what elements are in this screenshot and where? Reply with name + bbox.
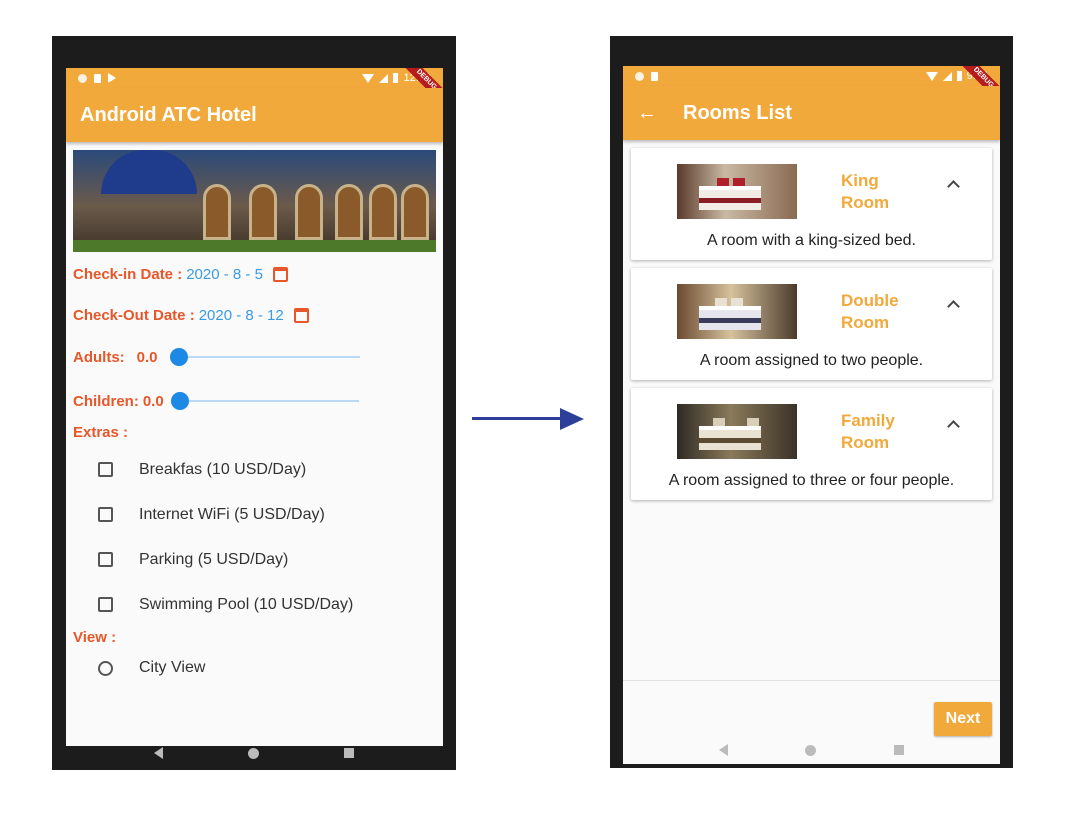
check-out-field[interactable]: Check-Out Date : 2020 - 8 - 12 [66,307,443,324]
nav-recent-icon[interactable] [894,745,905,755]
battery-icon [956,71,962,81]
signal-icon [379,73,389,83]
hotel-form-phone: 12:39 DEBUG Android ATC Hotel Check-in D… [52,36,456,770]
room-description: A room assigned to two people. [699,352,924,369]
comparison-figure: 12:39 DEBUG Android ATC Hotel Check-in D… [0,0,1080,818]
room-name-line1: Family [841,411,895,430]
room-name-line2: Room [841,313,890,332]
notification-icon [635,71,644,81]
app-bar: Android ATC Hotel [66,88,443,142]
adults-slider[interactable] [169,348,360,366]
room-description: A room with a king-sized bed. [707,232,916,249]
status-bar: 12:39 DEBUG [66,68,443,109]
calendar-icon[interactable] [293,308,309,323]
adults-row: Adults: 0.0 [66,348,443,366]
chevron-up-icon[interactable] [947,300,960,313]
nav-home-icon[interactable] [805,744,817,756]
room-name-line1: Double [841,291,899,310]
next-button[interactable]: Next [934,702,992,736]
wifi-icon [362,73,375,83]
rooms-list: King Room A room with a king-sized bed. [623,148,1000,500]
transition-arrow [472,408,584,430]
check-out-label: Check-Out Date : [73,307,195,324]
rooms-list-phone: 9:34 DEBUG ← Rooms List [610,36,1013,768]
extra-label: Breakfas (10 USD/Day) [139,460,307,478]
children-row: Children: 0.0 [66,392,443,410]
check-in-field[interactable]: Check-in Date : 2020 - 8 - 5 [66,266,443,283]
room-card-king[interactable]: King Room A room with a king-sized bed. [631,148,992,260]
signal-icon [942,71,952,81]
radio-icon[interactable] [98,660,113,676]
adults-label: Adults: [73,348,125,366]
children-slider[interactable] [170,392,359,410]
check-out-value[interactable]: 2020 - 8 - 12 [199,307,284,324]
rooms-list-screen: 9:34 DEBUG ← Rooms List [623,66,1000,764]
room-name-line2: Room [841,193,890,212]
sd-card-icon [94,73,101,83]
wifi-icon [925,71,938,81]
app-title: Android ATC Hotel [80,103,257,126]
check-in-label: Check-in Date : [73,266,183,283]
nav-back-icon[interactable] [154,747,164,759]
children-slider-thumb[interactable] [170,392,189,410]
room-card-double[interactable]: Double Room A room assigned to two peopl… [631,268,992,380]
app-bar: ← Rooms List [623,86,1000,140]
checkbox-icon[interactable] [98,552,113,567]
play-icon [108,73,116,83]
children-value: 0.0 [142,392,164,410]
view-option-label: City View [139,659,206,676]
chevron-up-icon[interactable] [947,180,960,193]
hotel-photo [73,150,436,252]
room-name-line2: Room [841,433,890,452]
room-name: King Room [841,170,915,214]
chevron-up-icon[interactable] [947,420,960,433]
checkbox-icon[interactable] [98,462,113,477]
extra-label: Internet WiFi (5 USD/Day) [139,505,325,523]
room-name: Double Room [841,290,915,334]
room-photo [677,284,797,339]
divider [623,680,1000,681]
system-nav-bar [610,732,1013,768]
room-name-line1: King [841,171,879,190]
room-photo [677,164,797,219]
room-photo [677,404,797,459]
sd-card-icon [651,71,658,81]
extra-parking[interactable]: Parking (5 USD/Day) [66,537,443,582]
check-in-value[interactable]: 2020 - 8 - 5 [186,266,263,283]
status-bar: 9:34 DEBUG [623,66,1000,107]
extra-label: Parking (5 USD/Day) [139,550,289,568]
app-title: Rooms List [683,101,792,124]
extra-wifi[interactable]: Internet WiFi (5 USD/Day) [66,492,443,537]
notification-icon [78,73,87,83]
extra-label: Swimming Pool (10 USD/Day) [139,595,354,613]
extra-pool[interactable]: Swimming Pool (10 USD/Day) [66,582,443,627]
view-label: View : [73,629,117,646]
extras-label: Extras : [73,424,129,441]
children-label: Children: [73,392,139,410]
adults-value: 0.0 [136,348,158,366]
extra-breakfast[interactable]: Breakfas (10 USD/Day) [66,447,443,492]
view-city[interactable]: City View [66,646,443,690]
checkbox-icon[interactable] [98,507,113,522]
hotel-form-screen: 12:39 DEBUG Android ATC Hotel Check-in D… [66,68,443,746]
nav-back-icon[interactable] [718,744,728,756]
checkbox-icon[interactable] [98,597,113,612]
battery-icon [393,73,399,83]
back-arrow-icon[interactable]: ← [637,102,657,125]
adults-slider-thumb[interactable] [169,348,188,366]
room-description: A room assigned to three or four people. [668,472,955,489]
room-name: Family Room [841,410,915,454]
calendar-icon[interactable] [272,267,288,282]
nav-home-icon[interactable] [247,747,259,759]
system-nav-bar [52,736,456,770]
extras-list: Breakfas (10 USD/Day) Internet WiFi (5 U… [66,447,443,627]
nav-recent-icon[interactable] [343,748,354,758]
room-card-family[interactable]: Family Room A room assigned to three or … [631,388,992,500]
